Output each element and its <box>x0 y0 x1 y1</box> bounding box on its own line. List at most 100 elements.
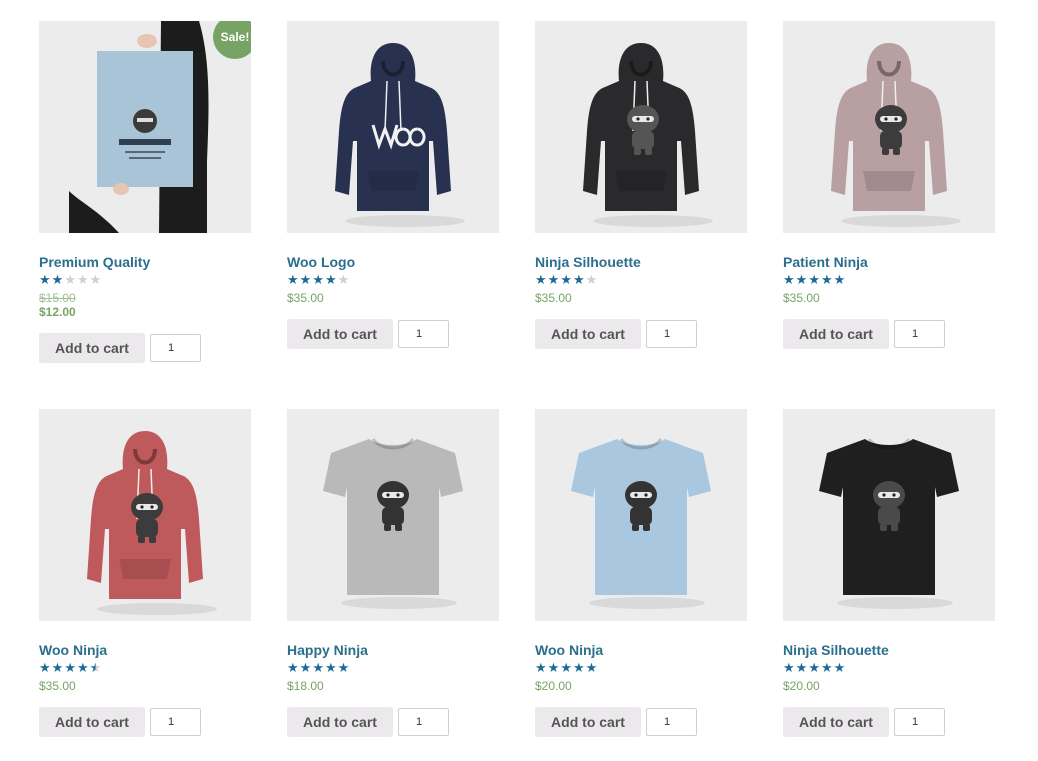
rating-star-icon: ★ <box>795 273 808 288</box>
product-price: $35.00 <box>535 291 572 305</box>
product-price: $15.00 $12.00 <box>39 291 251 319</box>
rating-star-icon: ★ <box>312 273 324 288</box>
product-price: $20.00 <box>535 679 572 693</box>
product-actions: Add to cart <box>287 707 499 737</box>
rating-star-icon: ★ <box>535 661 547 676</box>
rating-star-icon: ★ <box>64 273 76 288</box>
product-actions: Add to cart <box>287 319 499 349</box>
rating-star-icon: ★ <box>585 661 598 676</box>
rating-star-icon: ★ <box>833 273 846 288</box>
rating-star-icon: ★ <box>560 273 572 288</box>
rating-star-icon: ★ <box>287 661 299 676</box>
add-to-cart-button[interactable]: Add to cart <box>783 319 889 349</box>
product-actions: Add to cart <box>39 707 251 737</box>
rating-star-icon: ★ <box>76 273 89 288</box>
rating-star-icon: ★ <box>324 661 337 676</box>
add-to-cart-button[interactable]: Add to cart <box>535 319 641 349</box>
product-card: Woo Ninja ★ ★ ★ ★ ★ $20.00 Add to cart <box>535 409 747 761</box>
sale-price: $12.00 <box>39 305 76 319</box>
star-rating: ★ ★ ★ ★ ★ <box>535 662 747 676</box>
rating-star-icon: ★ <box>572 273 585 288</box>
product-title-link[interactable]: Happy Ninja <box>287 641 499 659</box>
quantity-input[interactable] <box>646 320 697 348</box>
product-actions: Add to cart <box>39 333 251 363</box>
product-actions: Add to cart <box>783 319 995 349</box>
rating-star-icon: ★ <box>337 273 350 288</box>
quantity-input[interactable] <box>646 708 697 736</box>
product-grid: Sale! Premium Quality ★ ★ ★ ★ ★ $15.00 $12.0… <box>0 0 1038 761</box>
old-price: $15.00 <box>39 291 76 305</box>
rating-star-icon: ★ <box>51 661 64 676</box>
product-actions: Add to cart <box>535 707 747 737</box>
product-price: $18.00 <box>287 679 324 693</box>
product-actions: Add to cart <box>535 319 747 349</box>
product-title-link[interactable]: Woo Logo <box>287 253 499 271</box>
rating-star-icon: ★ <box>585 273 598 288</box>
add-to-cart-button[interactable]: Add to cart <box>535 707 641 737</box>
rating-star-icon: ★ <box>808 661 820 676</box>
quantity-input[interactable] <box>894 320 945 348</box>
product-price: $35.00 <box>287 291 324 305</box>
product-card: Patient Ninja ★ ★ ★ ★ ★ $35.00 Add to cart <box>783 21 995 409</box>
product-card: Woo Logo ★ ★ ★ ★ ★ $35.00 Add to cart <box>287 21 499 409</box>
rating-star-icon: ★ <box>299 661 312 676</box>
rating-star-icon: ★ <box>51 273 64 288</box>
add-to-cart-button[interactable]: Add to cart <box>287 707 393 737</box>
product-card: Sale! Premium Quality ★ ★ ★ ★ ★ $15.00 $12.0… <box>39 21 251 409</box>
rating-star-icon: ★ <box>337 661 350 676</box>
rating-star-icon: ★ <box>535 273 547 288</box>
quantity-input[interactable] <box>398 320 449 348</box>
star-rating: ★ ★ ★ ★ ★ <box>783 274 995 288</box>
rating-star-icon: ★ <box>820 273 833 288</box>
product-price: $35.00 <box>39 679 76 693</box>
rating-star-icon: ★ <box>64 661 76 676</box>
rating-star-icon: ★ <box>820 661 833 676</box>
star-rating: ★ ★ ★ ★ ★ <box>39 662 251 676</box>
product-image[interactable] <box>287 21 499 233</box>
add-to-cart-button[interactable]: Add to cart <box>783 707 889 737</box>
product-image[interactable]: Sale! <box>39 21 251 233</box>
add-to-cart-button[interactable]: Add to cart <box>39 333 145 363</box>
star-rating: ★ ★ ★ ★ ★ <box>783 662 995 676</box>
product-image[interactable] <box>39 409 251 621</box>
rating-star-icon: ★ <box>547 661 560 676</box>
product-card: Woo Ninja ★ ★ ★ ★ ★ $35.00 Add to cart <box>39 409 251 761</box>
product-title-link[interactable]: Patient Ninja <box>783 253 995 271</box>
product-title-link[interactable]: Ninja Silhouette <box>535 253 747 271</box>
product-card: Ninja Silhouette ★ ★ ★ ★ ★ $35.00 Add to car… <box>535 21 747 409</box>
quantity-input[interactable] <box>894 708 945 736</box>
star-rating: ★ ★ ★ ★ ★ <box>39 274 251 288</box>
add-to-cart-button[interactable]: Add to cart <box>39 707 145 737</box>
product-title-link[interactable]: Ninja Silhouette <box>783 641 995 659</box>
rating-star-icon: ★ <box>833 661 846 676</box>
quantity-input[interactable] <box>150 708 201 736</box>
rating-star-icon: ★ <box>76 661 89 676</box>
quantity-input[interactable] <box>150 334 201 362</box>
product-actions: Add to cart <box>783 707 995 737</box>
rating-star-icon: ★ <box>299 273 312 288</box>
product-title-link[interactable]: Woo Ninja <box>39 641 251 659</box>
rating-star-icon: ★ <box>547 273 560 288</box>
rating-star-icon: ★ <box>560 661 572 676</box>
product-image[interactable] <box>783 21 995 233</box>
rating-star-icon: ★ <box>783 661 795 676</box>
product-price: $35.00 <box>783 291 820 305</box>
product-image[interactable] <box>783 409 995 621</box>
star-rating: ★ ★ ★ ★ ★ <box>287 662 499 676</box>
quantity-input[interactable] <box>398 708 449 736</box>
product-image[interactable] <box>535 21 747 233</box>
add-to-cart-button[interactable]: Add to cart <box>287 319 393 349</box>
product-title-link[interactable]: Woo Ninja <box>535 641 747 659</box>
rating-star-icon: ★ <box>39 273 51 288</box>
product-image[interactable] <box>287 409 499 621</box>
star-rating: ★ ★ ★ ★ ★ <box>535 274 747 288</box>
product-image[interactable] <box>535 409 747 621</box>
rating-star-icon: ★ <box>312 661 324 676</box>
rating-star-icon: ★ <box>39 661 51 676</box>
product-price: $20.00 <box>783 679 820 693</box>
rating-star-icon: ★ <box>795 661 808 676</box>
star-rating: ★ ★ ★ ★ ★ <box>287 274 499 288</box>
product-title-link[interactable]: Premium Quality <box>39 253 251 271</box>
rating-star-icon: ★ <box>324 273 337 288</box>
rating-star-icon: ★ <box>572 661 585 676</box>
